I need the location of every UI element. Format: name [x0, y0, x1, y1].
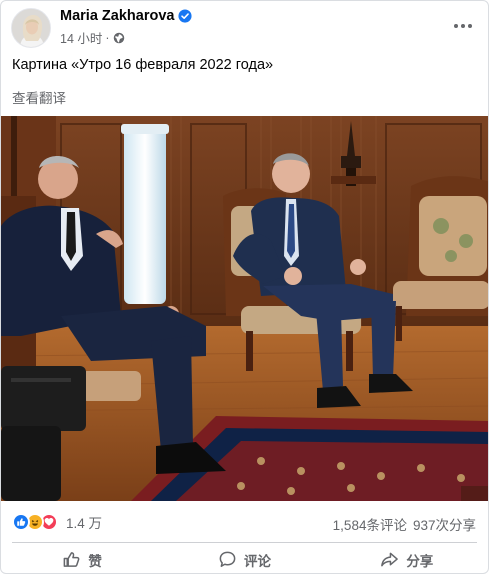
- like-button[interactable]: 赞: [1, 544, 163, 573]
- post-meta: 14 小时 ·: [60, 28, 125, 47]
- reactions-summary[interactable]: 1.4 万: [12, 512, 102, 532]
- share-button[interactable]: 分享: [326, 544, 488, 573]
- globe-icon[interactable]: [113, 32, 125, 44]
- like-reaction-icon: [12, 513, 30, 531]
- shares-count[interactable]: 937次分享: [413, 514, 476, 534]
- share-label: 分享: [406, 553, 434, 569]
- post-header: Maria Zakharova 14 小时 ·: [1, 1, 488, 51]
- more-dot: [468, 24, 472, 28]
- avatar-image: [12, 9, 50, 47]
- post-actions: 赞 评论 分享: [1, 544, 488, 573]
- post-time[interactable]: 14 小时: [60, 28, 102, 47]
- author-name[interactable]: Maria Zakharova: [60, 8, 193, 24]
- author-name-text[interactable]: Maria Zakharova: [60, 8, 174, 24]
- more-dot: [454, 24, 458, 28]
- post-text: Картина «Утро 16 февраля 2022 года»: [12, 57, 274, 73]
- thumbs-up-icon: [64, 552, 80, 567]
- photo-meeting-illustration: [1, 116, 488, 501]
- engagement-counts: 1,584条评论 937次分享: [333, 514, 476, 534]
- post-photo[interactable]: [1, 116, 488, 501]
- comment-label: 评论: [243, 553, 271, 569]
- heart-glyph: [44, 517, 54, 526]
- more-options-icon[interactable]: [450, 13, 476, 39]
- post-card: Maria Zakharova 14 小时 · Картина «Утро 16…: [0, 0, 489, 574]
- more-dot: [461, 24, 465, 28]
- like-label: 赞: [88, 553, 102, 569]
- comment-button[interactable]: 评论: [163, 544, 325, 573]
- stats-divider: [12, 542, 477, 543]
- verified-badge-icon: [178, 9, 193, 23]
- laughing-face-glyph: [31, 520, 39, 526]
- thumbs-up-glyph: [17, 518, 26, 526]
- see-translation-link[interactable]: 查看翻译: [12, 87, 66, 107]
- share-arrow-icon: [381, 552, 399, 567]
- reactions-count[interactable]: 1.4 万: [66, 512, 102, 532]
- comment-bubble-icon: [219, 551, 236, 567]
- post-stats: 1.4 万 1,584条评论 937次分享: [1, 501, 488, 541]
- author-avatar[interactable]: [11, 8, 51, 48]
- meta-separator: ·: [105, 30, 110, 45]
- comments-count[interactable]: 1,584条评论: [333, 514, 407, 534]
